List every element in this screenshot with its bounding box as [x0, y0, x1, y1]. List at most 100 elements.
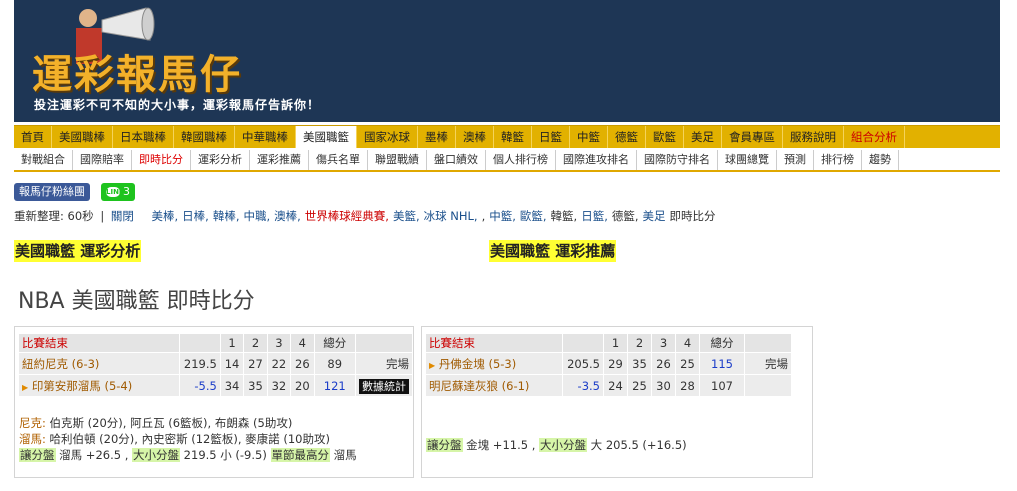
note-line: 溜馬: 哈利伯頓 (20分), 內史密斯 (12籃板), 麥康諾 (10助攻) [19, 431, 357, 447]
stats-button[interactable]: 數據統計 [359, 378, 409, 394]
main-nav-item[interactable]: 美足 [684, 126, 722, 148]
game-card: 比賽結束 1 2 3 4 總分 ▶ 丹佛金塊 (5-3) 205.5 29 35… [421, 326, 813, 478]
main-nav-item[interactable]: 日籃 [532, 126, 570, 148]
sub-nav-item[interactable]: 國際防守排名 [637, 150, 718, 170]
game-notes: 讓分盤 金塊 +11.5 , 大小分盤 大 205.5 (+16.5) [426, 437, 687, 453]
note-text: 金塊 +11.5 , [462, 438, 540, 452]
close-refresh-link[interactable]: 關閉 [111, 209, 134, 223]
league-link[interactable]: 日籃, [581, 209, 608, 223]
quarter-score: 24 [603, 374, 628, 397]
main-nav-item[interactable]: 國家冰球 [357, 126, 418, 148]
quarter-header: 4 [290, 333, 315, 353]
main-nav-item[interactable]: 韓籃 [494, 126, 532, 148]
sub-nav: 對戰組合 國際賠率 即時比分 運彩分析 運彩推薦 傷兵名單 聯盟戰績 盤口績效 個人排行榜 國際進… [14, 150, 1000, 172]
site-banner[interactable]: 運彩報馬仔 投注運彩不可不知的大小事，運彩報馬仔告訴你！ [14, 0, 1000, 122]
quarter-header: 2 [243, 333, 268, 353]
sub-nav-item[interactable]: 排行榜 [814, 150, 862, 170]
game-card: 比賽結束 1 2 3 4 總分 紐約尼克 (6-3) 219.5 14 27 2… [14, 326, 414, 478]
league-link[interactable]: 韓棒, [213, 209, 240, 223]
score-table: 比賽結束 1 2 3 4 總分 紐約尼克 (6-3) 219.5 14 27 2… [17, 333, 414, 397]
league-link: , [481, 209, 486, 223]
game-final-label: 完場 [354, 352, 414, 375]
main-nav-item[interactable]: 組合分析 [844, 126, 905, 148]
team-name[interactable]: 印第安那溜馬 (5-4) [32, 379, 132, 393]
league-link[interactable]: 澳棒, [274, 209, 301, 223]
note-text: 大 205.5 (+16.5) [587, 438, 687, 452]
line-value: 205.5 [562, 352, 604, 375]
league-link: 德籃, [611, 209, 639, 223]
note-line: 讓分盤 溜馬 +26.5 , 大小分盤 219.5 小 (-9.5) 單節最高分… [19, 447, 357, 463]
league-link[interactable]: 世界棒球經典賽, [305, 209, 389, 223]
main-nav-item[interactable]: 服務說明 [783, 126, 844, 148]
sub-nav-item[interactable]: 國際賠率 [73, 150, 132, 170]
quarter-score: 20 [290, 374, 315, 397]
league-link[interactable]: 美棒, [152, 209, 179, 223]
main-nav-item[interactable]: 日本職棒 [113, 126, 174, 148]
line-value: -5.5 [179, 374, 221, 397]
sub-nav-item[interactable]: 傷兵名單 [309, 150, 368, 170]
team-name[interactable]: 明尼蘇達灰狼 (6-1) [429, 379, 529, 393]
league-link[interactable]: 中職, [243, 209, 270, 223]
refresh-interval: 重新整理: 60秒 [14, 209, 94, 223]
quarter-header: 2 [627, 333, 652, 353]
main-nav-item[interactable]: 中華職棒 [235, 126, 296, 148]
main-nav-item[interactable]: 德籃 [608, 126, 646, 148]
line-share-button[interactable]: LINE 3 [101, 183, 135, 201]
market-tag: 單節最高分 [270, 448, 330, 462]
fan-page-button[interactable]: 報馬仔粉絲團 [14, 183, 90, 201]
main-nav-item[interactable]: 韓國職棒 [174, 126, 235, 148]
site-logo[interactable]: 運彩報馬仔 [32, 42, 242, 100]
league-link: 即時比分 [669, 209, 716, 223]
site-slogan: 投注運彩不可不知的大小事，運彩報馬仔告訴你！ [34, 98, 321, 112]
sub-nav-item[interactable]: 球團總覽 [718, 150, 777, 170]
quarter-header: 1 [603, 333, 628, 353]
quarter-score: 30 [651, 374, 676, 397]
total-score: 121 [313, 374, 356, 397]
league-link[interactable]: 中籃, [489, 209, 516, 223]
line-icon: LINE [106, 187, 124, 197]
winner-triangle-icon: ▶ [22, 382, 29, 392]
quarter-header: 4 [675, 333, 700, 353]
quarter-header: 1 [219, 333, 245, 353]
main-nav-item[interactable]: 澳棒 [456, 126, 494, 148]
note-text: 溜馬 +26.5 , [55, 448, 133, 462]
sub-nav-item[interactable]: 個人排行榜 [486, 150, 556, 170]
league-link[interactable]: 美足 [643, 209, 666, 223]
league-link: 韓籃, [550, 209, 578, 223]
sub-nav-item[interactable]: 對戰組合 [14, 150, 73, 170]
analysis-headline-link[interactable]: 美國職籃 運彩分析 [14, 240, 142, 262]
league-link[interactable]: 冰球 NHL, [424, 209, 478, 223]
quarter-score: 29 [603, 352, 628, 375]
main-nav-item[interactable]: 會員專區 [722, 126, 783, 148]
line-value: -3.5 [562, 374, 604, 397]
recommend-headline-link[interactable]: 美國職籃 運彩推薦 [489, 240, 617, 262]
sub-nav-item[interactable]: 趨勢 [862, 150, 899, 170]
sub-nav-item[interactable]: 聯盟戰績 [368, 150, 427, 170]
note-text: 溜馬 [330, 448, 357, 462]
sub-nav-item[interactable]: 國際進攻排名 [556, 150, 637, 170]
sub-nav-item[interactable]: 盤口績效 [427, 150, 486, 170]
note-line: 讓分盤 金塊 +11.5 , 大小分盤 大 205.5 (+16.5) [426, 437, 687, 453]
league-link[interactable]: 日棒, [182, 209, 209, 223]
team-tag: 溜馬: [19, 432, 46, 446]
main-nav-item[interactable]: 歐籃 [646, 126, 684, 148]
sub-nav-item[interactable]: 即時比分 [132, 150, 191, 170]
main-nav-item[interactable]: 首頁 [14, 126, 52, 148]
main-nav-item[interactable]: 美國職籃 [296, 126, 357, 148]
page-title: NBA 美國職籃 即時比分 [18, 289, 255, 314]
note-text: 219.5 小 (-9.5) [180, 448, 271, 462]
team-name[interactable]: 丹佛金塊 (5-3) [439, 357, 516, 371]
sub-nav-item[interactable]: 運彩推薦 [250, 150, 309, 170]
sub-nav-item[interactable]: 預測 [777, 150, 814, 170]
main-nav-item[interactable]: 美國職棒 [52, 126, 113, 148]
quarter-score: 26 [290, 352, 315, 375]
market-tag: 讓分盤 [426, 438, 463, 452]
league-link[interactable]: 歐籃, [520, 209, 547, 223]
main-nav-item[interactable]: 墨棒 [418, 126, 456, 148]
sub-nav-item[interactable]: 運彩分析 [191, 150, 250, 170]
league-link[interactable]: 美籃, [393, 209, 420, 223]
team-name[interactable]: 紐約尼克 (6-3) [22, 357, 99, 371]
total-header: 總分 [699, 333, 745, 353]
main-nav-item[interactable]: 中籃 [570, 126, 608, 148]
line-value: 219.5 [179, 352, 221, 375]
